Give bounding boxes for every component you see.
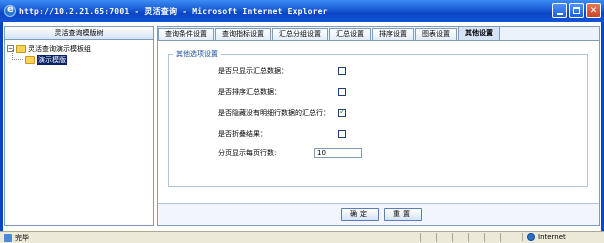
window-titlebar: http://10.2.21.65:7001 - 灵活查询 - Microsof… (0, 0, 604, 22)
option-label: 是否隐藏没有明细行数据的汇总行： (218, 109, 330, 117)
tab-other-settings[interactable]: 其他设置 (458, 26, 500, 40)
action-bar: 确定 重置 (158, 203, 599, 225)
sort-summary-checkbox[interactable] (338, 88, 346, 96)
status-bar: 完毕 Internet (0, 231, 604, 243)
folder-icon (25, 55, 35, 64)
status-text: 完毕 (15, 233, 29, 242)
minimize-icon (556, 12, 563, 15)
group-legend: 其他选项设置 (176, 50, 218, 58)
option-label: 是否排序汇总数据： (218, 88, 281, 96)
template-tree: − 灵活查询演示模板组 演示模版 (5, 40, 153, 68)
tab-chart[interactable]: 图表设置 (415, 28, 457, 40)
tab-query-indicators[interactable]: 查询指标设置 (215, 28, 271, 40)
tree-node-label[interactable]: 灵活查询演示模板组 (28, 44, 91, 54)
maximize-icon (573, 7, 580, 14)
option-sort-summary-row: 是否排序汇总数据： (218, 87, 346, 97)
ie-icon (4, 4, 16, 17)
page-done-icon (4, 233, 12, 242)
internet-globe-icon (527, 233, 535, 241)
page-size-input[interactable] (314, 148, 362, 158)
tab-summary[interactable]: 汇总设置 (329, 28, 371, 40)
window-title: http://10.2.21.65:7001 - 灵活查询 - Microsof… (19, 6, 328, 16)
tree-node-label-selected[interactable]: 演示模版 (37, 54, 67, 65)
option-label: 是否折叠结果： (218, 130, 267, 138)
settings-panel: 查询条件设置 查询指标设置 汇总分组设置 汇总设置 排序设置 图表设置 其他设置… (157, 26, 600, 226)
summary-only-checkbox[interactable] (338, 67, 346, 75)
option-label: 是否只显示汇总数据： (218, 67, 288, 75)
reset-button[interactable]: 重置 (384, 208, 422, 221)
tab-sorting[interactable]: 排序设置 (372, 28, 414, 40)
tree-node-template[interactable]: 演示模版 (7, 50, 151, 65)
zone-label: Internet (538, 233, 566, 241)
status-separators (420, 233, 516, 242)
tree-panel-header: 灵活查询模版树 (5, 27, 153, 40)
hide-empty-summary-checkbox[interactable] (338, 107, 346, 117)
confirm-button[interactable]: 确定 (341, 208, 379, 221)
other-settings-content: 其他选项设置 是否只显示汇总数据： 是否排序汇总数据： 是否隐藏没有明细行数据的… (158, 41, 599, 201)
option-page-size-row: 分页显示每页行数: (218, 148, 362, 158)
collapse-result-checkbox[interactable] (338, 130, 346, 138)
settings-tabs: 查询条件设置 查询指标设置 汇总分组设置 汇总设置 排序设置 图表设置 其他设置 (158, 26, 599, 41)
tab-summary-grouping[interactable]: 汇总分组设置 (272, 28, 328, 40)
window-controls: ✕ (552, 3, 601, 18)
option-collapse-result-row: 是否折叠结果： (218, 129, 346, 139)
maximize-button[interactable] (569, 3, 584, 18)
close-icon: ✕ (589, 5, 598, 16)
option-hide-empty-summary-row: 是否隐藏没有明细行数据的汇总行： (218, 107, 346, 118)
security-zone: Internet (522, 233, 596, 241)
tab-query-conditions[interactable]: 查询条件设置 (158, 28, 214, 40)
option-summary-only-row: 是否只显示汇总数据： (218, 66, 346, 76)
option-label: 分页显示每页行数: (218, 149, 277, 157)
template-tree-panel: 灵活查询模版树 − 灵活查询演示模板组 演示模版 (4, 26, 154, 226)
close-button[interactable]: ✕ (586, 3, 601, 18)
minimize-button[interactable] (552, 3, 567, 18)
tree-node-group[interactable]: − 灵活查询演示模板组 (7, 43, 151, 54)
